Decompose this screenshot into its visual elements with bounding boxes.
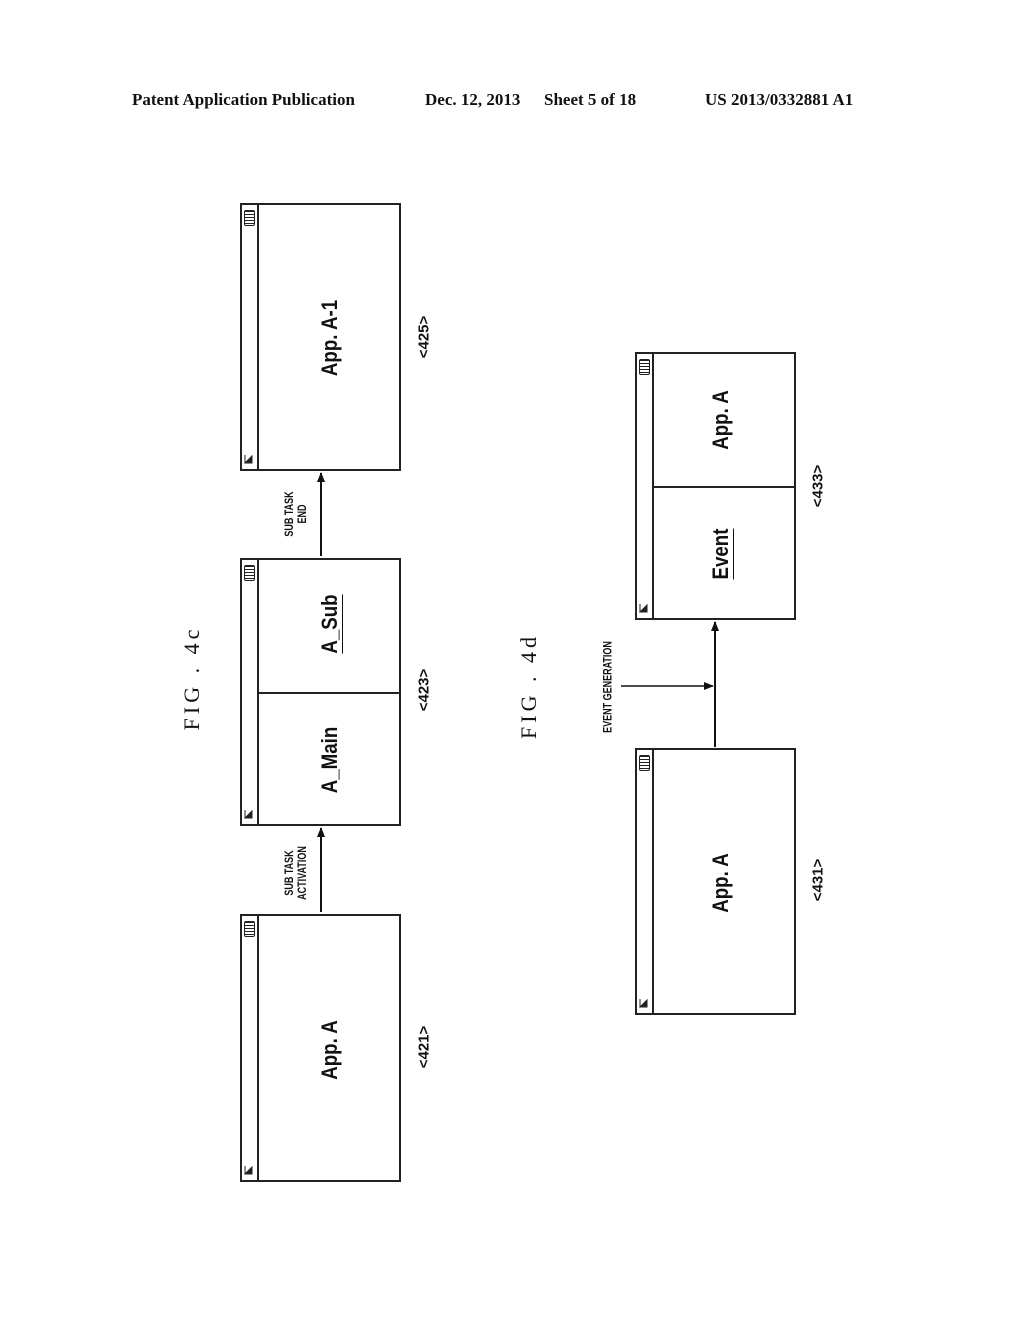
screen-433: App. A Event [635, 352, 796, 620]
status-bar [242, 205, 259, 469]
signal-icon [244, 1165, 253, 1175]
screen-431: App. A [635, 748, 796, 1015]
label-subtask-end-line2: END [295, 504, 309, 524]
pane-divider [257, 692, 399, 694]
ref-433: <433> [809, 464, 827, 508]
pane-event: Event [708, 528, 733, 580]
screen-425-label: App. A-1 [317, 299, 342, 377]
ref-425: <425> [415, 315, 433, 359]
screen-423: A_Sub A_Main [240, 558, 401, 826]
label-subtask-activation: SUB TASK ACTIVATION [282, 846, 309, 900]
battery-icon [244, 921, 255, 937]
screen-421-label: App. A [317, 1020, 342, 1080]
pane-divider [652, 486, 794, 488]
label-subtask-activation-line2: ACTIVATION [295, 846, 309, 900]
battery-icon [244, 210, 255, 226]
label-subtask-end: SUB TASK END [282, 491, 309, 536]
pane-a-main: A_Main [317, 726, 342, 794]
signal-icon [639, 998, 648, 1008]
ref-421: <421> [415, 1025, 433, 1069]
pane-a-sub: A_Sub [317, 594, 342, 654]
screen-425: App. A-1 [240, 203, 401, 471]
label-event-generation: EVENT GENERATION [600, 641, 615, 733]
figure-caption-4c: FIG . 4c [179, 625, 204, 731]
status-bar [242, 916, 259, 1180]
signal-icon [639, 603, 648, 613]
ref-423: <423> [415, 668, 433, 712]
battery-icon [639, 359, 650, 375]
arrows-layer [317, 472, 719, 912]
battery-icon [244, 565, 255, 581]
ref-431: <431> [809, 858, 827, 902]
screen-421: App. A [240, 914, 401, 1182]
screen-431-label: App. A [708, 853, 733, 913]
signal-icon [244, 809, 253, 819]
status-bar [637, 750, 654, 1013]
figure-caption-4d: FIG . 4d [516, 633, 541, 739]
signal-icon [244, 454, 253, 464]
pane-app-a: App. A [708, 390, 733, 450]
battery-icon [639, 755, 650, 771]
